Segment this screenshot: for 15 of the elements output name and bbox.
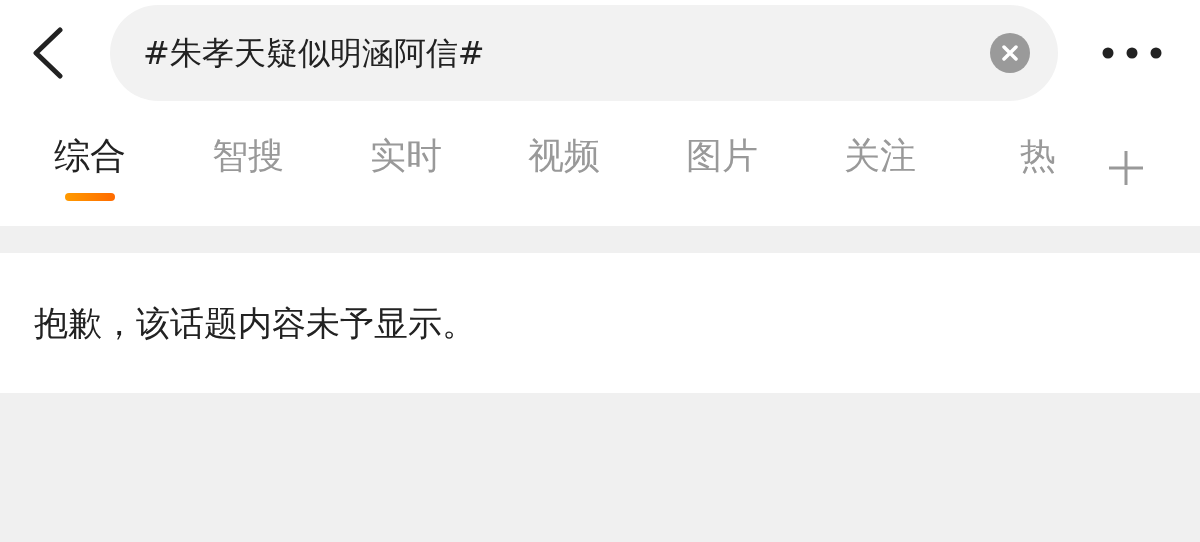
add-tab-icon[interactable] <box>1108 150 1144 186</box>
tab-indicator <box>65 193 115 201</box>
clear-icon[interactable] <box>990 33 1030 73</box>
tab[interactable]: 视频 <box>528 128 600 184</box>
tab[interactable]: 图片 <box>686 128 758 184</box>
more-icon[interactable] <box>1102 47 1162 59</box>
search-query: #朱孝天疑似明涵阿信# <box>143 33 486 74</box>
tab[interactable]: 热 <box>1020 128 1056 184</box>
tab[interactable]: 综合 <box>54 128 126 184</box>
tab[interactable]: 实时 <box>370 128 442 184</box>
notice-text: 抱歉，该话题内容未予显示。 <box>34 301 476 345</box>
tab[interactable]: 智搜 <box>212 128 284 184</box>
tab[interactable]: 关注 <box>844 128 916 184</box>
search-field[interactable]: #朱孝天疑似明涵阿信# <box>110 5 1058 101</box>
back-icon[interactable] <box>30 27 66 79</box>
